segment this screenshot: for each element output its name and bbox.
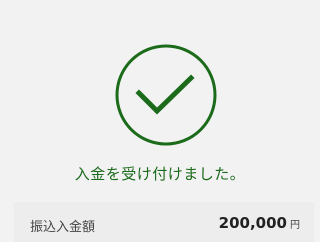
success-message: 入金を受け付けました。 <box>74 165 246 183</box>
deposit-amount-label: 振込入金額 <box>30 220 96 235</box>
top-bar <box>0 0 308 14</box>
deposit-amount-row: 振込入金額 200,000 円 <box>14 202 314 242</box>
deposit-amount-number: 200,000 <box>218 214 287 232</box>
deposit-amount-unit: 円 <box>290 220 300 231</box>
deposit-amount-value: 200,000 円 <box>219 214 300 232</box>
check-circle-icon <box>114 43 218 147</box>
